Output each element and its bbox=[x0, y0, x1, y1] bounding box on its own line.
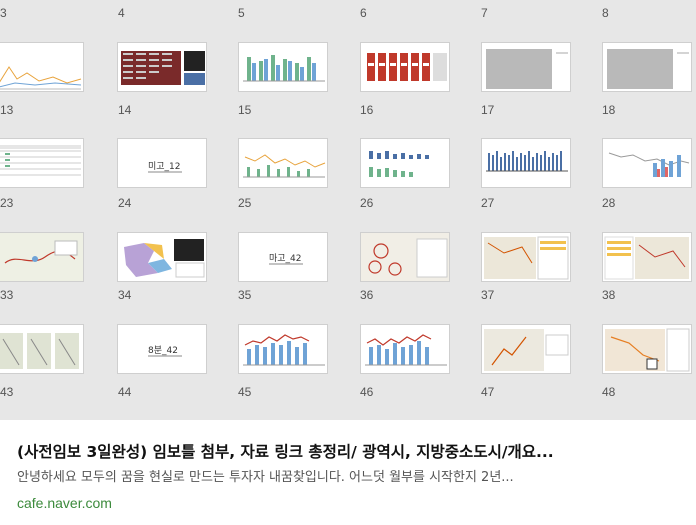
slide-number: 24 bbox=[118, 196, 132, 210]
slide-number: 26 bbox=[360, 196, 374, 210]
slide-number: 38 bbox=[602, 288, 616, 302]
slide-number: 28 bbox=[602, 196, 616, 210]
slide-number: 43 bbox=[0, 385, 14, 399]
slide-thumbnail[interactable] bbox=[602, 138, 692, 188]
slide-thumbnail[interactable] bbox=[117, 232, 207, 282]
slide-number: 3 bbox=[0, 6, 7, 20]
slide-thumbnail[interactable] bbox=[0, 324, 84, 374]
slide-number: 33 bbox=[0, 288, 14, 302]
slide-number: 27 bbox=[481, 196, 495, 210]
slide-number: 37 bbox=[481, 288, 495, 302]
slide-thumbnail[interactable] bbox=[602, 42, 692, 92]
slide-number: 8 bbox=[602, 6, 609, 20]
slide-thumbnail[interactable] bbox=[360, 138, 450, 188]
slide-number: 13 bbox=[0, 103, 14, 117]
slide-thumbnail[interactable] bbox=[238, 324, 328, 374]
slide-number: 47 bbox=[481, 385, 495, 399]
slide-number: 16 bbox=[360, 103, 374, 117]
slide-number: 34 bbox=[118, 288, 132, 302]
slide-number: 23 bbox=[0, 196, 14, 210]
slide-thumbnail[interactable] bbox=[0, 138, 84, 188]
slide-thumbnail[interactable] bbox=[117, 42, 207, 92]
slide-thumbnail[interactable] bbox=[360, 232, 450, 282]
slide-number: 36 bbox=[360, 288, 374, 302]
slide-number: 4 bbox=[118, 6, 125, 20]
slide-thumbnail[interactable] bbox=[481, 42, 571, 92]
slide-number: 17 bbox=[481, 103, 495, 117]
slide-thumbnail[interactable] bbox=[0, 232, 84, 282]
slide-thumbnail[interactable] bbox=[602, 232, 692, 282]
slide-thumbnail-grid: 3 4 5 6 7 8 13 14 15 16 17 18 미고_12 23 2… bbox=[0, 0, 696, 420]
slide-title-text: 마고_42 bbox=[269, 253, 302, 264]
slide-thumbnail[interactable] bbox=[360, 42, 450, 92]
result-title-link[interactable]: (사전임보 3일완성) 임보틀 첨부, 자료 링크 총정리/ 광역시, 지방중소… bbox=[17, 440, 682, 462]
slide-thumbnail[interactable] bbox=[481, 232, 571, 282]
result-description: 안녕하세요 모두의 꿈을 현실로 만드는 투자자 내꿈찾입니다. 어느덧 월부를… bbox=[17, 470, 514, 485]
result-domain[interactable]: cafe.naver.com bbox=[17, 495, 112, 511]
slide-number: 44 bbox=[118, 385, 132, 399]
slide-thumbnail[interactable]: 미고_12 bbox=[117, 138, 207, 188]
slide-number: 18 bbox=[602, 103, 616, 117]
slide-number: 35 bbox=[238, 288, 252, 302]
slide-number: 14 bbox=[118, 103, 132, 117]
slide-number: 45 bbox=[238, 385, 252, 399]
slide-number: 46 bbox=[360, 385, 374, 399]
slide-title-text: 미고_12 bbox=[148, 161, 181, 172]
slide-thumbnail[interactable] bbox=[360, 324, 450, 374]
slide-thumbnail[interactable] bbox=[238, 42, 328, 92]
slide-thumbnail[interactable] bbox=[602, 324, 692, 374]
slide-number: 7 bbox=[481, 6, 488, 20]
slide-number: 15 bbox=[238, 103, 252, 117]
slide-number: 25 bbox=[238, 196, 252, 210]
slide-number: 48 bbox=[602, 385, 616, 399]
slide-number: 5 bbox=[238, 6, 245, 20]
slide-thumbnail[interactable] bbox=[0, 42, 84, 92]
slide-title-text: 8분_42 bbox=[148, 345, 178, 356]
slide-number: 6 bbox=[360, 6, 367, 20]
slide-thumbnail[interactable] bbox=[481, 138, 571, 188]
slide-thumbnail[interactable]: 마고_42 bbox=[238, 232, 328, 282]
slide-thumbnail[interactable]: 8분_42 bbox=[117, 324, 207, 374]
slide-thumbnail[interactable] bbox=[238, 138, 328, 188]
slide-thumbnail[interactable] bbox=[481, 324, 571, 374]
